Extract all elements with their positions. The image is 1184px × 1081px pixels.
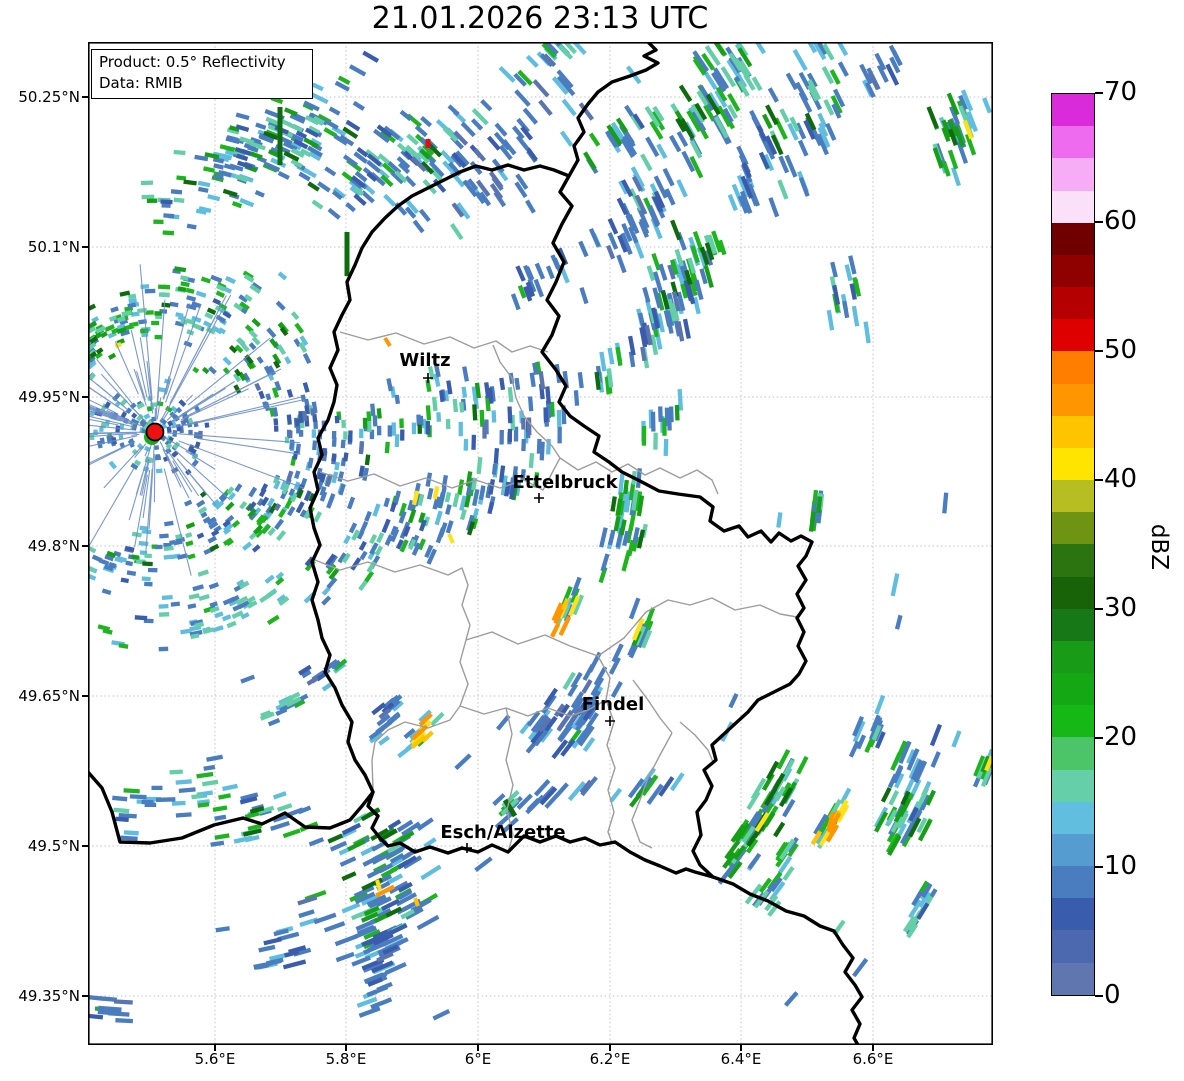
lon-axis-label: 6°E: [464, 1050, 492, 1068]
echo-bins-dkgreen: [88, 84, 958, 918]
colorbar-segment: [1052, 544, 1094, 577]
canton-border: [339, 331, 549, 353]
lat-axis-tick: [82, 246, 88, 248]
colorbar-segment: [1052, 833, 1094, 867]
radar-screenshot: 21.01.2026 23:13 UTC Wiltz Ettelbruck Find…: [0, 0, 1184, 1081]
colorbar-segment: [1052, 737, 1094, 770]
colorbar-segment: [1052, 287, 1094, 320]
lon-axis-label: 6.4°E: [720, 1050, 762, 1068]
lon-axis-label: 6.2°E: [589, 1050, 631, 1068]
colorbar-tick-label: 40: [1104, 463, 1138, 494]
radar-map-canvas: Wiltz Ettelbruck Findel Esch/Alzette: [88, 42, 993, 1045]
colorbar-segment: [1052, 640, 1094, 674]
city-label: Findel: [582, 694, 645, 715]
colorbar-segment: [1052, 705, 1094, 738]
canton-border: [465, 631, 599, 657]
country-border: [308, 163, 814, 879]
colorbar-tick-label: 70: [1104, 76, 1138, 107]
colorbar-tick: [1095, 866, 1103, 868]
colorbar-tick-label: 20: [1104, 721, 1138, 752]
echo-streak: [413, 897, 420, 907]
colorbar-segment: [1052, 383, 1094, 416]
colorbar-segment: [1052, 769, 1094, 802]
lat-axis-tick: [82, 96, 88, 98]
city-label: Wiltz: [399, 350, 450, 371]
colorbar-segment: [1052, 158, 1094, 191]
colorbar-segment: [1052, 962, 1094, 995]
page-title: 21.01.2026 23:13 UTC: [371, 1, 709, 36]
colorbar-unit-label: dBZ: [1146, 523, 1172, 571]
colorbar-segment: [1052, 319, 1094, 352]
colorbar-tick: [1095, 995, 1103, 997]
colorbar-tick: [1095, 350, 1103, 352]
colorbar-segment: [1052, 898, 1094, 931]
product-info-line1: Product: 0.5° Reflectivity: [99, 53, 286, 71]
lat-axis-tick: [82, 995, 88, 997]
lat-axis-label: 49.8°N: [27, 537, 80, 555]
city-label: Ettelbruck: [512, 472, 618, 493]
lon-axis-label: 5.6°E: [194, 1050, 236, 1068]
colorbar-segment: [1052, 351, 1094, 384]
colorbar-segment: [1052, 415, 1094, 448]
colorbar-segment: [1052, 866, 1094, 899]
echo-streak: [383, 336, 392, 348]
lat-axis-label: 50.1°N: [27, 238, 80, 256]
colorbar-segment: [1052, 480, 1094, 513]
colorbar-segment: [1052, 512, 1094, 545]
canton-border: [679, 721, 714, 763]
city-marker: [534, 493, 544, 503]
colorbar-tick: [1095, 608, 1103, 610]
echo-bins-green: [88, 42, 993, 1013]
lon-axis-tick: [477, 1045, 479, 1051]
colorbar-tick-label: 0: [1104, 979, 1121, 1010]
colorbar-segment: [1052, 576, 1094, 609]
lon-axis-tick: [609, 1045, 611, 1051]
colorbar-segment: [1052, 126, 1094, 159]
colorbar-tick-label: 30: [1104, 592, 1138, 623]
echo-streak: [447, 533, 455, 544]
colorbar-tick-label: 60: [1104, 205, 1138, 236]
product-info-box: Product: 0.5° Reflectivity Data: RMIB: [91, 49, 313, 99]
colorbar-tick: [1095, 737, 1103, 739]
colorbar-segment: [1052, 930, 1094, 963]
city-label: Esch/Alzette: [440, 822, 565, 843]
lat-axis-label: 50.25°N: [18, 88, 80, 106]
lon-axis-tick: [214, 1045, 216, 1051]
colorbar-tick-label: 50: [1104, 334, 1138, 365]
lat-axis-label: 49.95°N: [18, 388, 80, 406]
lon-axis-tick: [740, 1045, 742, 1051]
colorbar-segment: [1052, 190, 1094, 223]
colorbar-segment: [1052, 222, 1094, 255]
lon-axis-label: 6.6°E: [852, 1050, 894, 1068]
colorbar-segment: [1052, 673, 1094, 706]
lat-axis-tick: [82, 545, 88, 547]
lat-axis-label: 49.5°N: [27, 837, 80, 855]
lat-axis-label: 49.35°N: [18, 987, 80, 1005]
lon-axis-label: 5.8°E: [325, 1050, 367, 1068]
lat-axis-tick: [82, 845, 88, 847]
colorbar-segment: [1052, 254, 1094, 288]
country-border: [711, 875, 864, 1045]
colorbar-segment: [1052, 94, 1094, 127]
lat-axis-tick: [82, 695, 88, 697]
colorbar-segment: [1052, 801, 1094, 834]
colorbar-segment: [1052, 447, 1094, 481]
colorbar: [1051, 93, 1095, 996]
colorbar-tick: [1095, 221, 1103, 223]
colorbar-segment: [1052, 608, 1094, 641]
product-info-line2: Data: RMIB: [99, 74, 183, 92]
canton-border: [597, 597, 798, 657]
radar-site-marker: [145, 422, 165, 442]
colorbar-tick: [1095, 92, 1103, 94]
lat-axis-tick: [82, 396, 88, 398]
lon-axis-tick: [345, 1045, 347, 1051]
lat-axis-label: 49.65°N: [18, 687, 80, 705]
colorbar-tick-label: 10: [1104, 850, 1138, 881]
lon-axis-tick: [872, 1045, 874, 1051]
colorbar-tick: [1095, 479, 1103, 481]
